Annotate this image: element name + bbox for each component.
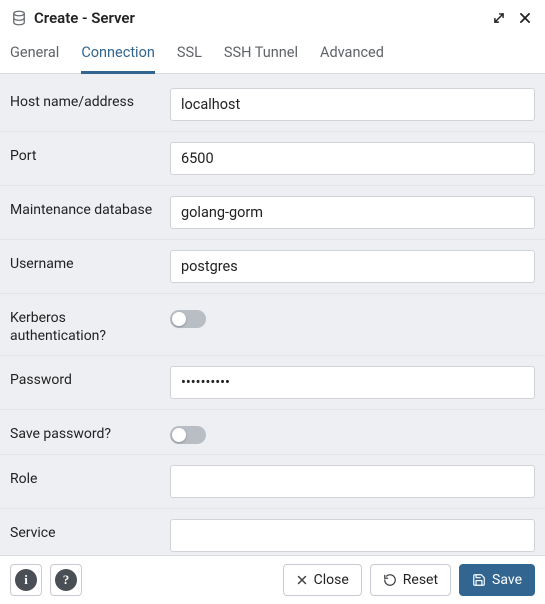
label-savepw: Save password? (10, 420, 160, 444)
row-password: Password (0, 356, 545, 410)
reset-label: Reset (403, 572, 438, 588)
tab-general[interactable]: General (10, 36, 59, 74)
tab-ssl[interactable]: SSL (177, 36, 202, 74)
info-button[interactable]: i (10, 564, 42, 596)
close-label: Close (314, 572, 349, 588)
label-role: Role (10, 465, 160, 489)
host-input[interactable] (170, 88, 535, 121)
tab-advanced[interactable]: Advanced (320, 36, 384, 74)
row-service: Service (0, 509, 545, 555)
row-maintdb: Maintenance database (0, 186, 545, 240)
tabs: General Connection SSL SSH Tunnel Advanc… (0, 32, 545, 74)
info-icon: i (15, 569, 37, 591)
tab-connection[interactable]: Connection (81, 36, 155, 74)
row-username: Username (0, 240, 545, 294)
question-icon: ? (55, 569, 77, 591)
reset-icon (383, 573, 397, 587)
reset-button[interactable]: Reset (370, 564, 451, 596)
row-host: Host name/address (0, 74, 545, 132)
close-icon[interactable] (515, 8, 535, 28)
maximize-icon[interactable] (489, 8, 509, 28)
label-service: Service (10, 519, 160, 543)
row-role: Role (0, 455, 545, 509)
server-icon (10, 9, 28, 27)
label-password: Password (10, 366, 160, 390)
kerberos-toggle[interactable] (170, 310, 206, 328)
row-savepw: Save password? (0, 410, 545, 455)
username-input[interactable] (170, 250, 535, 283)
role-input[interactable] (170, 465, 535, 498)
titlebar: Create - Server (0, 0, 545, 32)
savepw-toggle[interactable] (170, 426, 206, 444)
row-kerberos: Kerberos authentication? (0, 294, 545, 356)
service-input[interactable] (170, 519, 535, 552)
save-icon (472, 573, 486, 587)
tab-ssh-tunnel[interactable]: SSH Tunnel (224, 36, 298, 74)
maintdb-input[interactable] (170, 196, 535, 229)
save-button[interactable]: Save (459, 564, 535, 596)
save-label: Save (492, 572, 522, 588)
footer: i ? Close Reset Save (0, 555, 545, 604)
label-port: Port (10, 142, 160, 166)
window-title: Create - Server (34, 9, 483, 27)
port-input[interactable] (170, 142, 535, 175)
password-input[interactable] (170, 366, 535, 399)
close-x-icon (296, 574, 308, 586)
label-kerberos: Kerberos authentication? (10, 304, 160, 345)
label-maintdb: Maintenance database (10, 196, 160, 220)
label-username: Username (10, 250, 160, 274)
help-button[interactable]: ? (50, 564, 82, 596)
row-port: Port (0, 132, 545, 186)
form-area: Host name/address Port Maintenance datab… (0, 74, 545, 555)
close-button[interactable]: Close (283, 564, 362, 596)
label-host: Host name/address (10, 88, 160, 112)
